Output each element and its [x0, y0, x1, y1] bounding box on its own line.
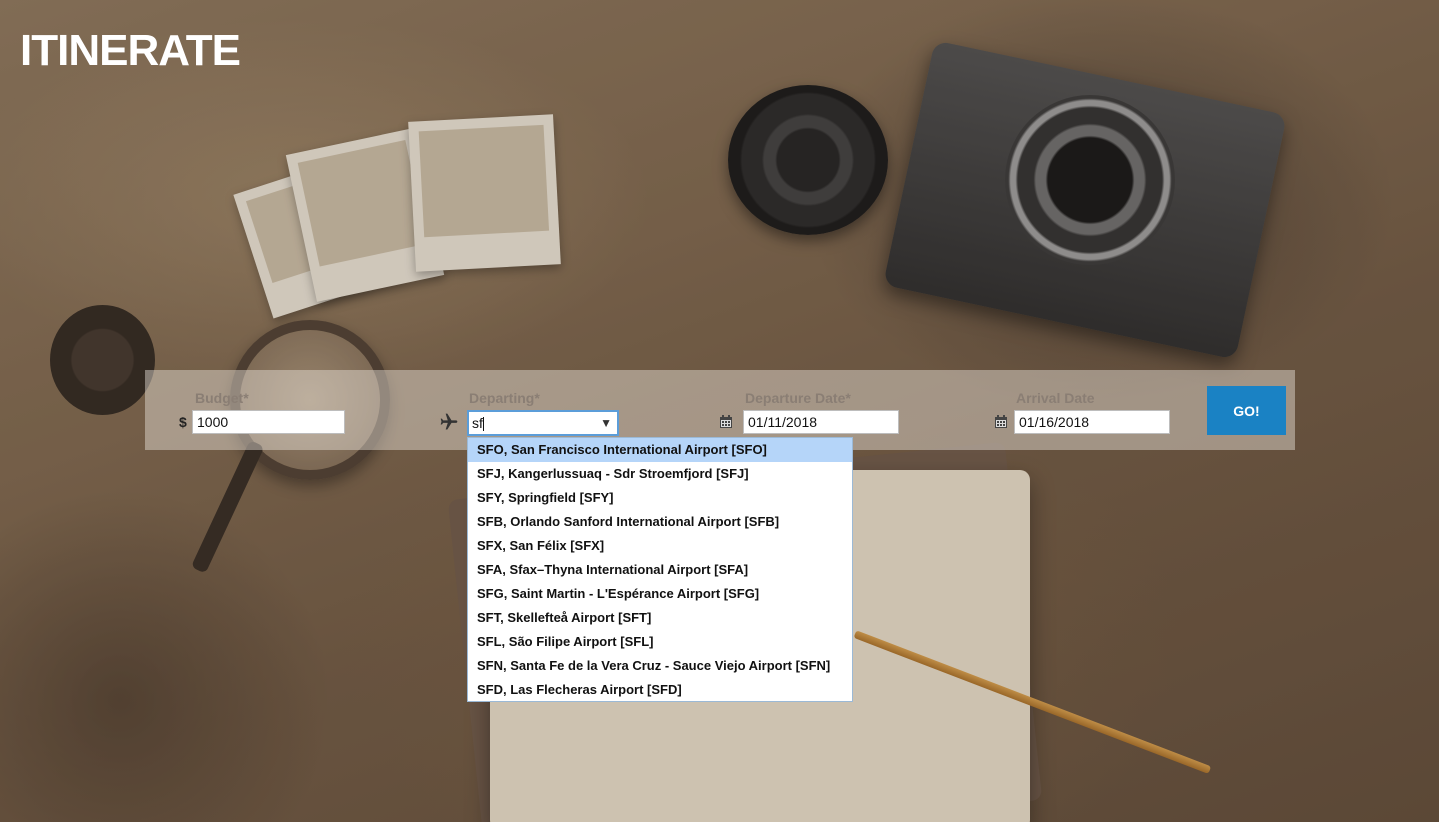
arrival-date-label: Arrival Date [1016, 390, 1095, 406]
budget-label: Budget* [195, 390, 249, 406]
dropdown-item[interactable]: SFX, San Félix [SFX] [468, 534, 852, 558]
dropdown-caret-icon[interactable]: ▼ [600, 412, 612, 434]
dropdown-item[interactable]: SFG, Saint Martin - L'Espérance Airport … [468, 582, 852, 606]
departing-input-value: sf [472, 415, 483, 431]
dropdown-item[interactable]: SFO, San Francisco International Airport… [468, 438, 852, 462]
calendar-icon [994, 415, 1008, 434]
dropdown-item[interactable]: SFY, Springfield [SFY] [468, 486, 852, 510]
budget-input[interactable] [192, 410, 345, 434]
go-button[interactable]: GO! [1207, 386, 1286, 435]
text-cursor [482, 417, 484, 432]
currency-symbol: $ [179, 414, 187, 430]
dropdown-item[interactable]: SFN, Santa Fe de la Vera Cruz - Sauce Vi… [468, 654, 852, 678]
departure-date-input[interactable] [743, 410, 899, 434]
airport-dropdown: SFO, San Francisco International Airport… [467, 437, 853, 702]
app-title: ITINERATE [20, 26, 241, 75]
dropdown-item[interactable]: SFJ, Kangerlussuaq - Sdr Stroemfjord [SF… [468, 462, 852, 486]
arrival-date-input[interactable] [1014, 410, 1170, 434]
departing-label: Departing* [469, 390, 540, 406]
dropdown-item[interactable]: SFA, Sfax–Thyna International Airport [S… [468, 558, 852, 582]
dropdown-item[interactable]: SFT, Skellefteå Airport [SFT] [468, 606, 852, 630]
dropdown-item[interactable]: SFL, São Filipe Airport [SFL] [468, 630, 852, 654]
plane-icon [439, 412, 459, 437]
departing-select[interactable]: sf ▼ [467, 410, 619, 436]
dropdown-item[interactable]: SFB, Orlando Sanford International Airpo… [468, 510, 852, 534]
calendar-icon [719, 415, 733, 434]
departure-date-label: Departure Date* [745, 390, 851, 406]
dropdown-item[interactable]: SFD, Las Flecheras Airport [SFD] [468, 678, 852, 702]
